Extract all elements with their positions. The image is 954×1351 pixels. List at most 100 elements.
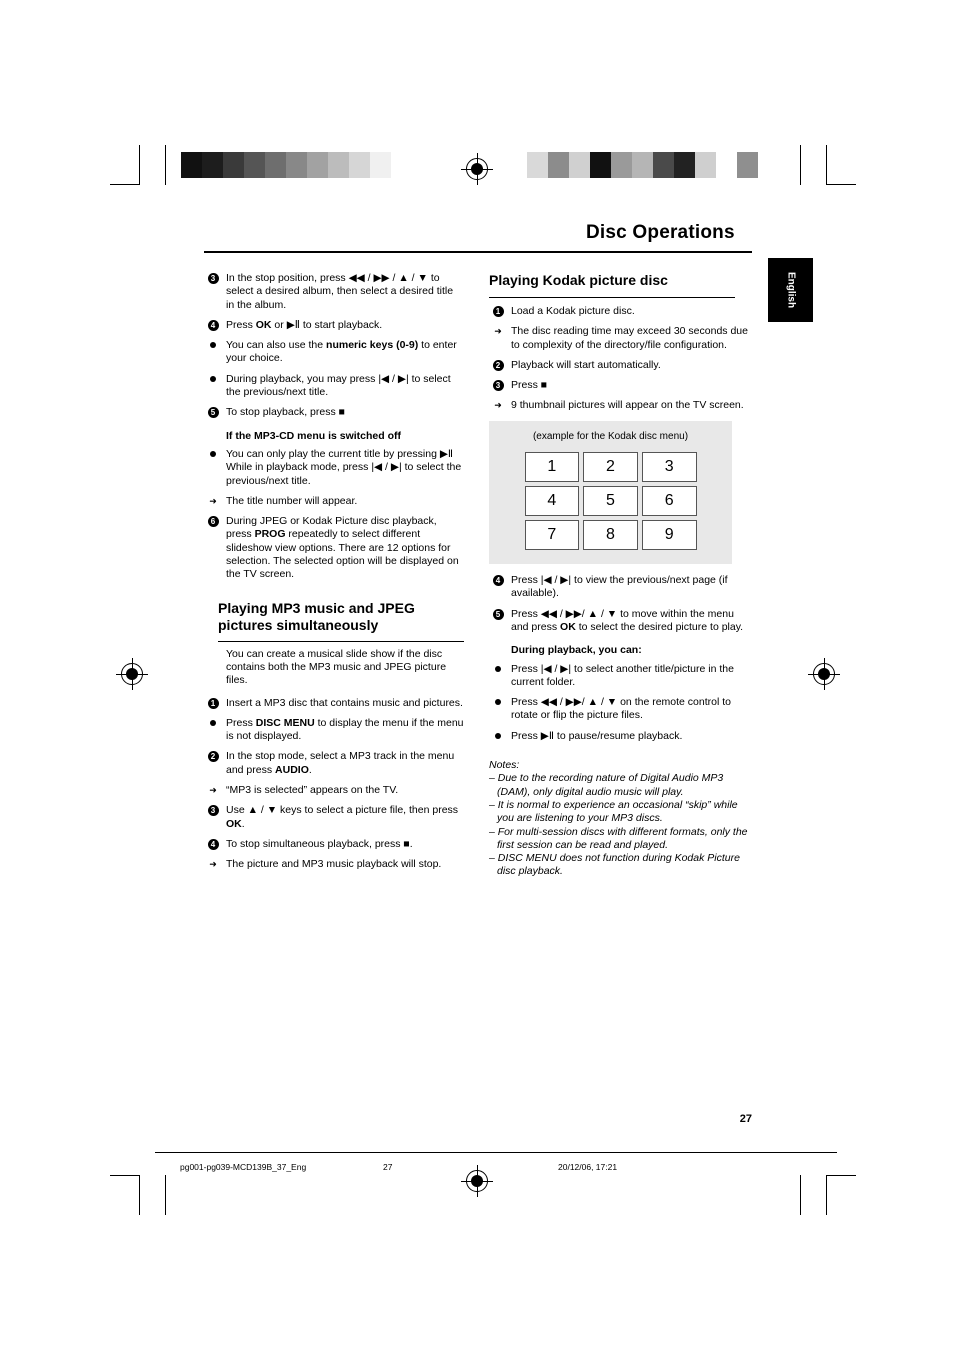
step-number: 4 <box>207 838 219 850</box>
list-item-text: Press |◀ / ▶| to view the previous/next … <box>511 574 728 600</box>
mp3-cd-off-heading: If the MP3-CD menu is switched off <box>226 429 402 442</box>
list-item-text: The picture and MP3 music playback will … <box>226 858 442 871</box>
grey-swatch <box>653 152 674 178</box>
list-item: 3 Use ▲ / ▼ keys to select a picture file… <box>204 804 464 831</box>
grey-swatch <box>548 152 569 178</box>
list-item-text: You can only play the current title by p… <box>226 447 462 487</box>
step-number-badge: 4 <box>206 838 220 851</box>
list-item-text: To stop playback, press ■ <box>226 406 345 419</box>
step-number-badge: 5 <box>206 406 220 419</box>
right-column: Playing Kodak picture disc 1 Load a Kodak… <box>489 272 749 879</box>
crop-mark-br-h <box>826 1175 856 1176</box>
right-instruction-list-3: Press |◀ / ▶| to select another title/pi… <box>489 663 749 743</box>
title-divider <box>204 251 752 253</box>
list-item-text: Insert a MP3 disc that contains music an… <box>226 696 463 709</box>
kodak-thumbnail-grid: 123 456 789 <box>524 452 697 551</box>
list-item-text: In the stop position, press ◀◀ / ▶▶ / ▲ … <box>226 272 454 311</box>
crop-mark-br-v <box>826 1175 827 1215</box>
section-intro-text: You can create a musical slide show if t… <box>226 647 447 687</box>
during-playback-heading: During playback, you can: <box>511 644 642 657</box>
bullet-icon <box>206 448 220 461</box>
note-line: – DISC MENU does not function during Kod… <box>489 852 740 878</box>
step-number: 1 <box>207 697 219 709</box>
list-item-text: Press ■ <box>511 379 548 392</box>
list-item: You can only play the current title by p… <box>204 448 464 488</box>
list-item-text: Press ▶Ⅱ to pause/resume playback. <box>511 729 683 742</box>
section-heading-rule <box>218 640 464 642</box>
bullet-dot-icon <box>210 719 216 726</box>
list-item-text: In the stop mode, select a MP3 track in … <box>226 750 455 776</box>
list-item: 6 During JPEG or Kodak Picture disc playb… <box>204 515 464 581</box>
grey-swatch <box>181 152 202 178</box>
arrow-icon: ➜ <box>209 785 217 796</box>
bullet-icon <box>491 696 505 709</box>
list-item: During playback, you may press |◀ / ▶| t… <box>204 373 464 400</box>
footer-page-number: 27 <box>383 1162 393 1172</box>
list-item-text: To stop simultaneous playback, press ■. <box>226 837 413 850</box>
list-item-text: Load a Kodak picture disc. <box>511 305 635 317</box>
step-number: 3 <box>207 805 219 817</box>
kodak-thumbnail-cell[interactable]: 4 <box>524 486 580 517</box>
grey-swatch <box>370 152 391 178</box>
bullet-icon <box>491 663 505 676</box>
grey-swatch <box>569 152 590 178</box>
notes-block: Notes: – Due to the recording nature of … <box>489 759 749 879</box>
registration-mark-top <box>461 153 493 185</box>
list-item: Press ◀◀ / ▶▶/ ▲ / ▼ on the remote contr… <box>489 696 749 723</box>
arrow-icon: ➜ <box>494 326 502 337</box>
grey-swatch <box>286 152 307 178</box>
crop-mark-tr-v2 <box>800 145 801 185</box>
registration-mark-bottom <box>461 1165 493 1197</box>
list-item: ➜ The picture and MP3 music playback will… <box>204 858 464 871</box>
kodak-thumbnail-cell[interactable]: 7 <box>524 520 580 551</box>
grey-swatch <box>716 152 737 178</box>
grey-swatch <box>328 152 349 178</box>
bullet-dot-icon <box>210 375 216 382</box>
list-item: ➜ 9 thumbnail pictures will appear on the… <box>489 399 749 412</box>
list-item: 1 Insert a MP3 disc that contains music a… <box>204 697 464 710</box>
grey-swatch <box>737 152 758 178</box>
list-item: 4 To stop simultaneous playback, press ■. <box>204 838 464 851</box>
list-item: 2 Playback will start automatically. <box>489 359 749 372</box>
step-number: 1 <box>492 306 504 317</box>
page-title: Disc Operations <box>586 222 735 243</box>
step-number: 3 <box>492 380 504 392</box>
arrow-icon: ➜ <box>209 859 217 870</box>
kodak-thumbnail-cell[interactable]: 2 <box>583 452 638 483</box>
kodak-thumbnail-cell[interactable]: 5 <box>583 486 638 517</box>
step-number-badge: 6 <box>206 515 220 528</box>
list-item: Press DISC MENU to display the menu if t… <box>204 717 464 744</box>
list-item: 4 Press |◀ / ▶| to view the previous/next… <box>489 574 749 601</box>
step-number-badge: 3 <box>206 272 220 285</box>
footer-file-name: pg001-pg039-MCD139B_37_Eng <box>180 1162 307 1172</box>
step-number: 6 <box>207 516 219 528</box>
section-heading-mp3-jpeg: Playing MP3 music and JPEG pictures simu… <box>218 599 415 633</box>
crop-mark-bl-h <box>110 1175 140 1176</box>
grey-swatch <box>695 152 716 178</box>
kodak-thumbnail-cell[interactable]: 9 <box>641 520 697 551</box>
list-item: 5 Press ◀◀ / ▶▶/ ▲ / ▼ to move within the… <box>489 608 749 635</box>
step-number: 2 <box>207 751 219 763</box>
crop-mark-bl-v <box>139 1175 140 1215</box>
list-item-text: During JPEG or Kodak Picture disc playba… <box>226 515 459 581</box>
grey-swatch <box>632 152 653 178</box>
kodak-menu-example: (example for the Kodak disc menu) 123 456… <box>489 420 732 565</box>
kodak-thumbnail-cell[interactable]: 1 <box>524 452 580 483</box>
grey-swatch <box>590 152 611 178</box>
grey-swatch <box>674 152 695 178</box>
bullet-icon <box>206 339 220 352</box>
grey-swatch <box>349 152 370 178</box>
kodak-thumbnail-cell[interactable]: 3 <box>641 452 697 483</box>
kodak-thumbnail-cell[interactable]: 8 <box>583 520 638 551</box>
kodak-thumbnail-cell[interactable]: 6 <box>641 486 697 517</box>
list-item: You can also use the numeric keys (0-9) … <box>204 339 464 366</box>
list-item-text: Press ◀◀ / ▶▶/ ▲ / ▼ on the remote contr… <box>511 696 731 722</box>
list-item-text: The disc reading time may exceed 30 seco… <box>511 325 748 351</box>
step-number-badge: 1 <box>206 697 220 710</box>
crop-mark-tl-h <box>110 184 140 185</box>
notes-label: Notes: <box>489 759 520 772</box>
bullet-icon <box>491 730 505 743</box>
notes-list: – Due to the recording nature of Digital… <box>489 772 749 878</box>
list-item: Press |◀ / ▶| to select another title/pi… <box>489 663 749 690</box>
left-instruction-list: 3 In the stop position, press ◀◀ / ▶▶ / ▲… <box>204 272 464 420</box>
